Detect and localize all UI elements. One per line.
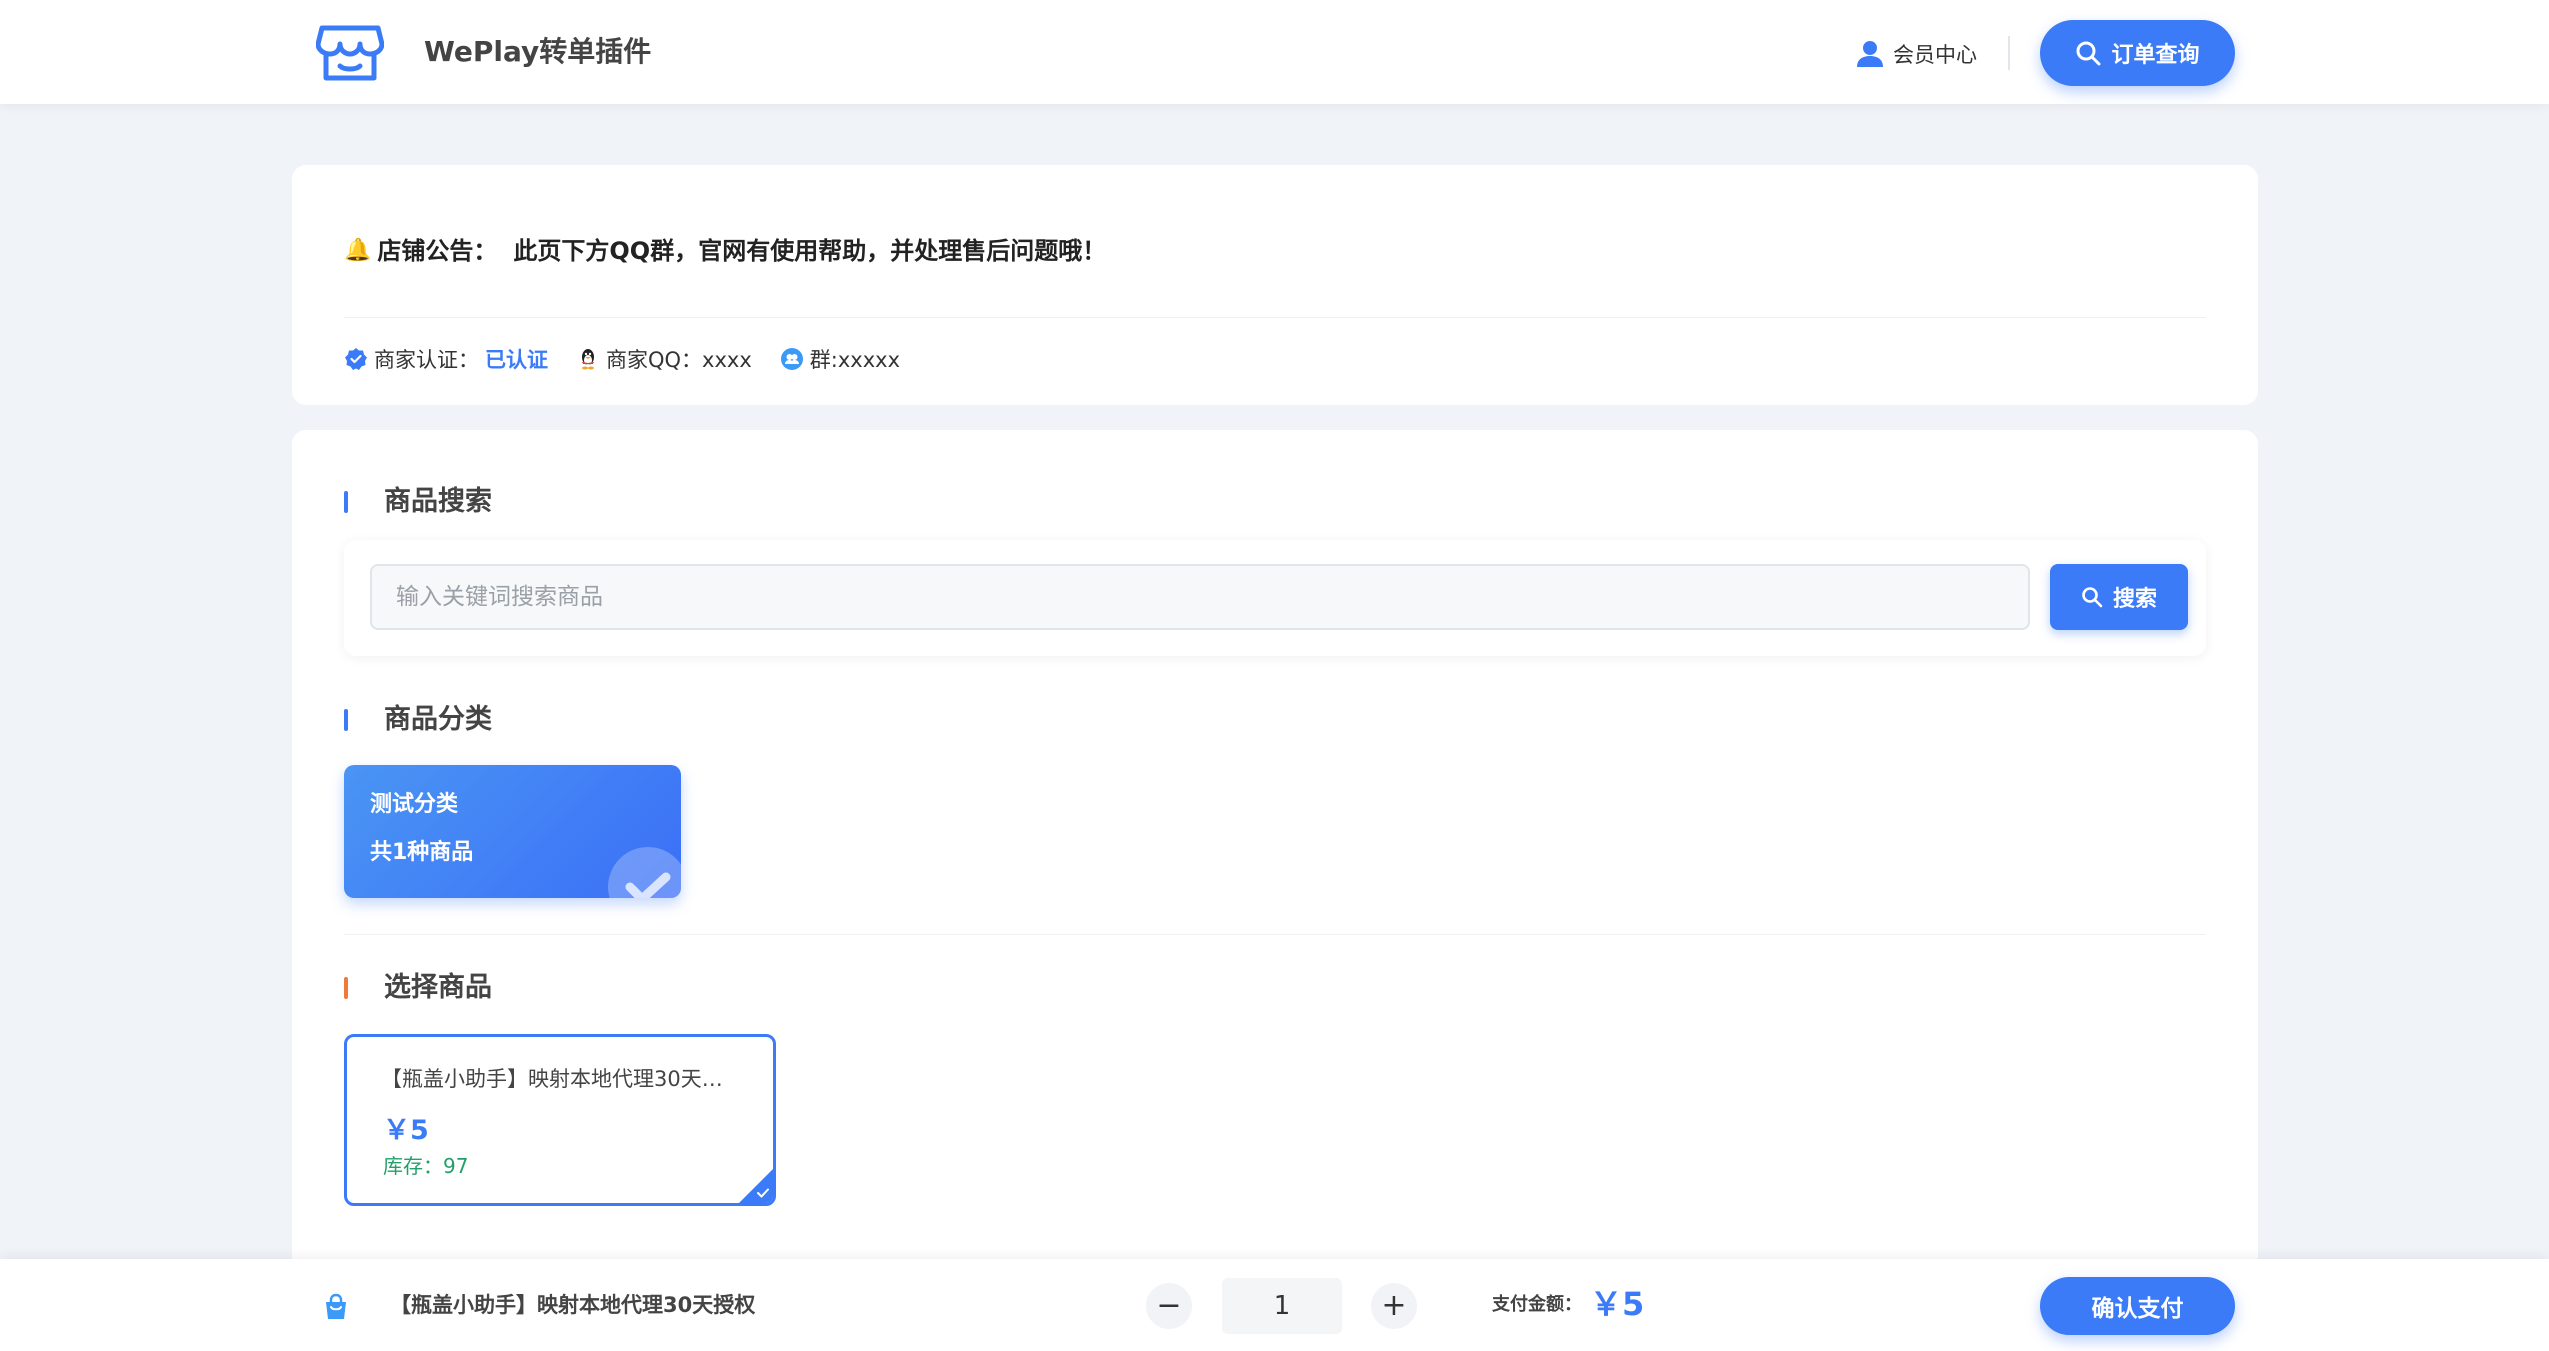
notice-divider xyxy=(344,317,2206,318)
product-section-title: 选择商品 xyxy=(344,968,492,1008)
quantity-input[interactable] xyxy=(1222,1278,1342,1334)
product-section-title-text: 选择商品 xyxy=(384,972,492,1003)
category-count: 共1种商品 xyxy=(370,840,474,865)
group-chat-icon xyxy=(780,348,803,370)
merchant-cert-value: 已认证 xyxy=(485,348,548,372)
selected-product-name: 【瓶盖小助手】映射本地代理30天授权 xyxy=(390,1293,756,1317)
merchant-qq-text: 商家QQ：xxxx xyxy=(606,348,752,372)
product-stock: 库存：97 xyxy=(383,1154,469,1178)
notice-text: 此页下方QQ群，官网有使用帮助，并处理售后问题哦！ xyxy=(513,237,1107,265)
section-divider xyxy=(344,934,2206,935)
search-panel: 搜索 xyxy=(344,540,2206,656)
member-center-label: 会员中心 xyxy=(1893,43,1977,67)
qq-group-text: 群:xxxxx xyxy=(809,348,900,372)
bell-icon: 🔔 xyxy=(344,238,372,263)
qq-group[interactable]: 群:xxxxx xyxy=(780,344,900,374)
search-input[interactable] xyxy=(370,564,2030,630)
member-center-link[interactable]: 会员中心 xyxy=(1855,34,1977,74)
category-section-title: 商品分类 xyxy=(344,700,492,740)
check-circle-icon xyxy=(608,847,681,898)
brand-title[interactable]: WePlay转单插件 xyxy=(424,30,651,74)
category-card[interactable]: 测试分类 共1种商品 xyxy=(344,765,681,898)
checkout-bar: 【瓶盖小助手】映射本地代理30天授权 − + 支付金额： ￥5 确认支付 xyxy=(0,1259,2549,1351)
search-icon xyxy=(2082,587,2103,608)
product-price: ￥5 xyxy=(383,1115,429,1146)
section-accent-bar xyxy=(344,709,348,731)
search-icon xyxy=(2076,41,2101,66)
store-notice-card: 🔔 店铺公告： 此页下方QQ群，官网有使用帮助，并处理售后问题哦！ 商家认证：已… xyxy=(292,165,2258,405)
merchant-info-row: 商家认证： 已认证 商家QQ：xxxx 群:xxxxx xyxy=(344,341,900,377)
pay-amount-label: 支付金额： xyxy=(1492,1294,1582,1315)
section-accent-bar xyxy=(344,977,348,999)
search-section-title: 商品搜索 xyxy=(344,482,492,522)
notice-label: 店铺公告： xyxy=(377,237,498,265)
order-query-label: 订单查询 xyxy=(2111,43,2200,68)
quantity-decrease-button[interactable]: − xyxy=(1146,1283,1192,1329)
section-accent-bar xyxy=(344,491,348,513)
shop-main-card: 商品搜索 搜索 商品分类 测试分类 共1种商品 选择商品 【瓶盖小助手】映射本地… xyxy=(292,430,2258,1351)
check-icon xyxy=(757,1188,769,1198)
pay-amount-value: ￥5 xyxy=(1590,1285,1645,1323)
shopping-bag-icon xyxy=(326,1293,346,1319)
order-query-button[interactable]: 订单查询 xyxy=(2040,20,2235,86)
merchant-cert-label: 商家认证： xyxy=(374,348,479,372)
header-divider xyxy=(2008,36,2010,70)
user-icon xyxy=(1857,41,1883,67)
merchant-cert: 商家认证： 已认证 xyxy=(344,344,548,374)
search-button-label: 搜索 xyxy=(2112,587,2157,612)
top-header: WePlay转单插件 会员中心 订单查询 xyxy=(0,0,2549,104)
verified-badge-icon xyxy=(345,348,367,370)
search-button[interactable]: 搜索 xyxy=(2050,564,2188,630)
search-section-title-text: 商品搜索 xyxy=(384,486,492,517)
category-section-title-text: 商品分类 xyxy=(384,704,492,735)
store-notice: 🔔 店铺公告： 此页下方QQ群，官网有使用帮助，并处理售后问题哦！ xyxy=(344,233,1106,269)
product-card[interactable]: 【瓶盖小助手】映射本地代理30天授权 ￥5 库存：97 xyxy=(344,1034,776,1206)
merchant-qq[interactable]: 商家QQ：xxxx xyxy=(576,344,752,374)
confirm-pay-button[interactable]: 确认支付 xyxy=(2040,1277,2235,1335)
product-name: 【瓶盖小助手】映射本地代理30天授权 xyxy=(381,1067,741,1091)
category-name: 测试分类 xyxy=(370,792,459,817)
quantity-increase-button[interactable]: + xyxy=(1371,1283,1417,1329)
qq-penguin-icon xyxy=(582,349,594,370)
store-icon[interactable] xyxy=(316,22,384,84)
